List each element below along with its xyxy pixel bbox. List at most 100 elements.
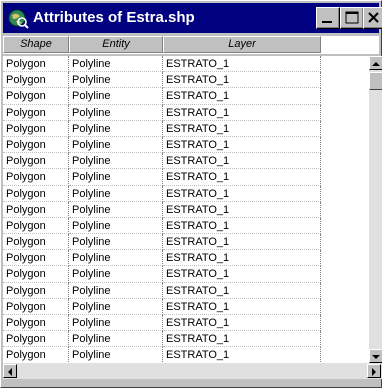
table-row[interactable]: Polygon Polyline ESTRATO_1: [3, 266, 369, 283]
layer-cell[interactable]: ESTRATO_1: [163, 120, 321, 137]
entity-cell[interactable]: Polyline: [69, 282, 163, 299]
entity-cell[interactable]: Polyline: [69, 185, 163, 202]
shape-cell[interactable]: Polygon: [3, 185, 69, 202]
table-row[interactable]: Polygon Polyline ESTRATO_1: [3, 315, 369, 332]
shape-cell[interactable]: Polygon: [3, 88, 69, 105]
entity-cell[interactable]: Polyline: [69, 217, 163, 235]
close-button[interactable]: [363, 7, 382, 29]
table-row[interactable]: Polygon Polyline ESTRATO_1: [3, 169, 369, 186]
table-row[interactable]: Polygon Polyline ESTRATO_1: [3, 72, 369, 89]
shape-cell[interactable]: Polygon: [3, 298, 69, 315]
layer-cell[interactable]: ESTRATO_1: [163, 234, 321, 251]
entity-cell[interactable]: Polyline: [69, 136, 163, 154]
column-header-entity[interactable]: Entity: [69, 36, 163, 53]
table-row[interactable]: Polygon Polyline ESTRATO_1: [3, 153, 369, 170]
table-row[interactable]: Polygon Polyline ESTRATO_1: [3, 234, 369, 251]
vertical-scroll-thumb[interactable]: [369, 72, 382, 90]
table-row[interactable]: Polygon Polyline ESTRATO_1: [3, 185, 369, 202]
entity-cell[interactable]: Polyline: [69, 72, 163, 89]
entity-cell[interactable]: Polyline: [69, 266, 163, 283]
down-arrow-icon: [372, 355, 380, 359]
layer-cell[interactable]: ESTRATO_1: [163, 298, 321, 315]
table-row[interactable]: Polygon Polyline ESTRATO_1: [3, 250, 369, 267]
layer-cell[interactable]: ESTRATO_1: [163, 88, 321, 105]
table-row[interactable]: Polygon Polyline ESTRATO_1: [3, 88, 369, 105]
entity-cell[interactable]: Polyline: [69, 104, 163, 121]
entity-cell[interactable]: Polyline: [69, 153, 163, 170]
shape-cell[interactable]: Polygon: [3, 347, 69, 363]
shape-cell[interactable]: Polygon: [3, 266, 69, 283]
shape-cell[interactable]: Polygon: [3, 104, 69, 121]
table-row[interactable]: Polygon Polyline ESTRATO_1: [3, 298, 369, 315]
entity-cell[interactable]: Polyline: [69, 315, 163, 332]
shape-cell[interactable]: Polygon: [3, 56, 69, 73]
table-row[interactable]: Polygon Polyline ESTRATO_1: [3, 136, 369, 154]
scroll-left-button[interactable]: [3, 364, 17, 378]
entity-cell[interactable]: Polyline: [69, 56, 163, 73]
minimize-button[interactable]: [316, 7, 340, 29]
table-row[interactable]: Polygon Polyline ESTRATO_1: [3, 347, 369, 363]
shape-cell[interactable]: Polygon: [3, 250, 69, 267]
shape-cell[interactable]: Polygon: [3, 315, 69, 332]
table-row[interactable]: Polygon Polyline ESTRATO_1: [3, 217, 369, 235]
shape-cell[interactable]: Polygon: [3, 331, 69, 348]
status-bar: [3, 379, 379, 387]
layer-cell[interactable]: ESTRATO_1: [163, 56, 321, 73]
layer-cell[interactable]: ESTRATO_1: [163, 266, 321, 283]
attribute-table[interactable]: Polygon Polyline ESTRATO_1 Polygon Polyline E…: [3, 56, 369, 363]
scroll-down-button[interactable]: [369, 349, 382, 363]
table-row[interactable]: Polygon Polyline ESTRATO_1: [3, 120, 369, 137]
layer-cell[interactable]: ESTRATO_1: [163, 331, 321, 348]
table-row[interactable]: Polygon Polyline ESTRATO_1: [3, 104, 369, 121]
entity-cell[interactable]: Polyline: [69, 201, 163, 218]
table-row[interactable]: Polygon Polyline ESTRATO_1: [3, 56, 369, 73]
shape-cell[interactable]: Polygon: [3, 201, 69, 218]
entity-cell[interactable]: Polyline: [69, 347, 163, 363]
shape-cell[interactable]: Polygon: [3, 234, 69, 251]
scroll-right-button[interactable]: [367, 364, 381, 378]
window-title: Attributes of Estra.shp: [33, 9, 195, 26]
entity-cell[interactable]: Polyline: [69, 250, 163, 267]
layer-cell[interactable]: ESTRATO_1: [163, 72, 321, 89]
layer-cell[interactable]: ESTRATO_1: [163, 169, 321, 186]
entity-cell[interactable]: Polyline: [69, 88, 163, 105]
layer-cell[interactable]: ESTRATO_1: [163, 185, 321, 202]
layer-cell[interactable]: ESTRATO_1: [163, 201, 321, 218]
layer-cell[interactable]: ESTRATO_1: [163, 315, 321, 332]
shape-cell[interactable]: Polygon: [3, 153, 69, 170]
entity-cell[interactable]: Polyline: [69, 169, 163, 186]
close-icon: [368, 12, 379, 23]
layer-cell[interactable]: ESTRATO_1: [163, 250, 321, 267]
layer-cell[interactable]: ESTRATO_1: [163, 153, 321, 170]
entity-cell[interactable]: Polyline: [69, 298, 163, 315]
title-bar[interactable]: Attributes of Estra.shp: [3, 3, 382, 33]
vertical-scrollbar[interactable]: [369, 56, 382, 363]
right-arrow-icon: [372, 368, 376, 376]
shape-cell[interactable]: Polygon: [3, 136, 69, 154]
maximize-button[interactable]: [340, 7, 364, 29]
entity-cell[interactable]: Polyline: [69, 234, 163, 251]
shape-cell[interactable]: Polygon: [3, 217, 69, 235]
entity-cell[interactable]: Polyline: [69, 120, 163, 137]
globe-icon[interactable]: [7, 7, 29, 29]
shape-cell[interactable]: Polygon: [3, 169, 69, 186]
layer-cell[interactable]: ESTRATO_1: [163, 282, 321, 299]
column-header-layer[interactable]: Layer: [163, 36, 321, 53]
shape-cell[interactable]: Polygon: [3, 282, 69, 299]
scroll-up-button[interactable]: [369, 56, 382, 70]
left-arrow-icon: [8, 368, 12, 376]
shape-cell[interactable]: Polygon: [3, 72, 69, 89]
layer-cell[interactable]: ESTRATO_1: [163, 217, 321, 235]
table-row[interactable]: Polygon Polyline ESTRATO_1: [3, 331, 369, 348]
table-row[interactable]: Polygon Polyline ESTRATO_1: [3, 282, 369, 299]
entity-cell[interactable]: Polyline: [69, 331, 163, 348]
layer-cell[interactable]: ESTRATO_1: [163, 347, 321, 363]
column-header-shape[interactable]: Shape: [3, 36, 69, 53]
shape-cell[interactable]: Polygon: [3, 120, 69, 137]
attributes-window: Attributes of Estra.shp Shape Entity Lay…: [0, 0, 382, 388]
layer-cell[interactable]: ESTRATO_1: [163, 104, 321, 121]
layer-cell[interactable]: ESTRATO_1: [163, 136, 321, 154]
minimize-icon: [322, 21, 332, 23]
horizontal-scrollbar[interactable]: [3, 363, 382, 379]
table-row[interactable]: Polygon Polyline ESTRATO_1: [3, 201, 369, 218]
